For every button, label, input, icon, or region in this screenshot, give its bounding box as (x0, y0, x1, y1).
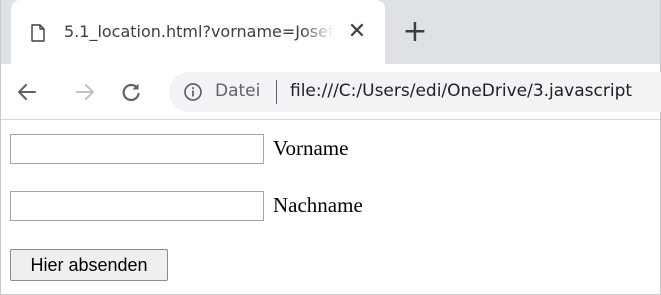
new-tab-button[interactable]: + (399, 16, 431, 48)
vorname-input[interactable] (10, 134, 264, 164)
reload-icon (122, 83, 140, 102)
address-separator (276, 80, 277, 104)
vorname-label: Vorname (273, 136, 349, 160)
toolbar: Datei file:///C:/Users/edi/OneDrive/3.ja… (1, 64, 661, 120)
page-content: Vorname Nachname Hier absenden (1, 120, 660, 295)
page-icon (31, 24, 45, 42)
submit-button[interactable]: Hier absenden (10, 249, 168, 281)
nachname-label: Nachname (273, 193, 363, 217)
tab-close-icon[interactable]: ✕ (345, 20, 369, 44)
tab-strip: 5.1_location.html?vorname=Josef ✕ + (1, 0, 660, 64)
url-text[interactable]: file:///C:/Users/edi/OneDrive/3.javascri… (290, 81, 632, 101)
origin-label: Datei (215, 81, 261, 101)
active-tab[interactable]: 5.1_location.html?vorname=Josef ✕ (11, 0, 385, 64)
address-bar[interactable]: Datei file:///C:/Users/edi/OneDrive/3.ja… (169, 72, 661, 112)
info-icon[interactable] (183, 82, 203, 102)
back-arrow-icon (18, 84, 36, 100)
browser-window: 5.1_location.html?vorname=Josef ✕ + Date… (0, 0, 661, 295)
reload-button[interactable] (113, 74, 149, 110)
back-button[interactable] (9, 74, 45, 110)
tab-title: 5.1_location.html?vorname=Josef (64, 22, 334, 41)
forward-arrow-icon (76, 84, 94, 100)
forward-button[interactable] (67, 74, 103, 110)
nachname-input[interactable] (10, 191, 264, 221)
